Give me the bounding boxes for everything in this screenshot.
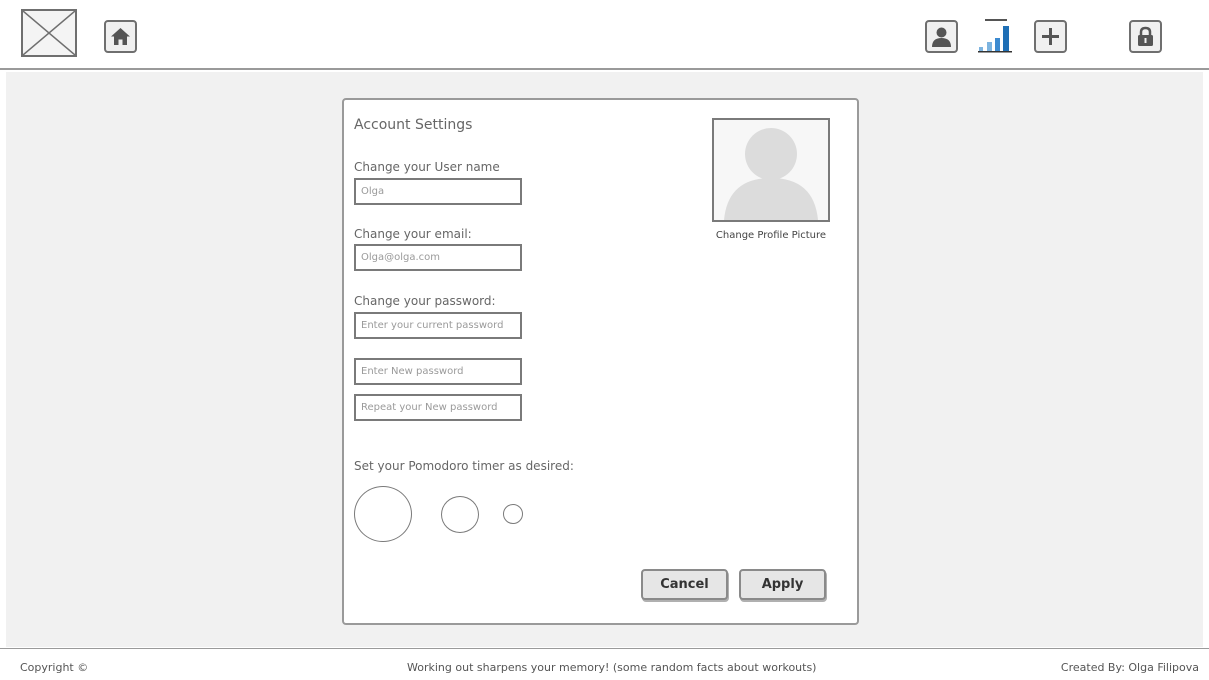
- logout-button[interactable]: [1129, 20, 1162, 53]
- add-button[interactable]: [1034, 20, 1067, 53]
- avatar-icon: [724, 128, 818, 220]
- main-area: Account Settings Change your User name C…: [6, 72, 1203, 647]
- apply-button[interactable]: Apply: [739, 569, 826, 600]
- profile-picture[interactable]: [712, 118, 830, 222]
- password-label: Change your password:: [354, 294, 496, 308]
- workout-fact: Working out sharpens your memory! (some …: [407, 661, 817, 674]
- plus-icon: [1042, 28, 1059, 45]
- app-header: [0, 0, 1209, 70]
- change-profile-picture-link[interactable]: Change Profile Picture: [704, 230, 838, 241]
- home-button[interactable]: [104, 20, 137, 53]
- username-field[interactable]: [354, 178, 522, 205]
- home-icon: [111, 28, 130, 45]
- copyright-text: Copyright ©: [20, 661, 89, 674]
- image-placeholder-icon[interactable]: [21, 9, 77, 57]
- email-label: Change your email:: [354, 227, 472, 241]
- cancel-button[interactable]: Cancel: [641, 569, 728, 600]
- pomodoro-option-small[interactable]: [503, 504, 523, 524]
- user-icon: [932, 27, 951, 47]
- pomodoro-option-large[interactable]: [354, 486, 412, 542]
- bar-chart-icon[interactable]: [976, 16, 1016, 56]
- username-label: Change your User name: [354, 160, 500, 174]
- lock-icon: [1138, 26, 1153, 46]
- repeat-password-field[interactable]: [354, 394, 522, 421]
- new-password-field[interactable]: [354, 358, 522, 385]
- email-field[interactable]: [354, 244, 522, 271]
- pomodoro-label: Set your Pomodoro timer as desired:: [354, 459, 574, 473]
- footer: Copyright © Working out sharpens your me…: [0, 648, 1209, 680]
- current-password-field[interactable]: [354, 312, 522, 339]
- page-title: Account Settings: [354, 117, 473, 133]
- account-settings-card: Account Settings Change your User name C…: [342, 98, 859, 625]
- profile-button[interactable]: [925, 20, 958, 53]
- pomodoro-option-medium[interactable]: [441, 496, 479, 533]
- credit-text: Created By: Olga Filipova: [1060, 661, 1199, 674]
